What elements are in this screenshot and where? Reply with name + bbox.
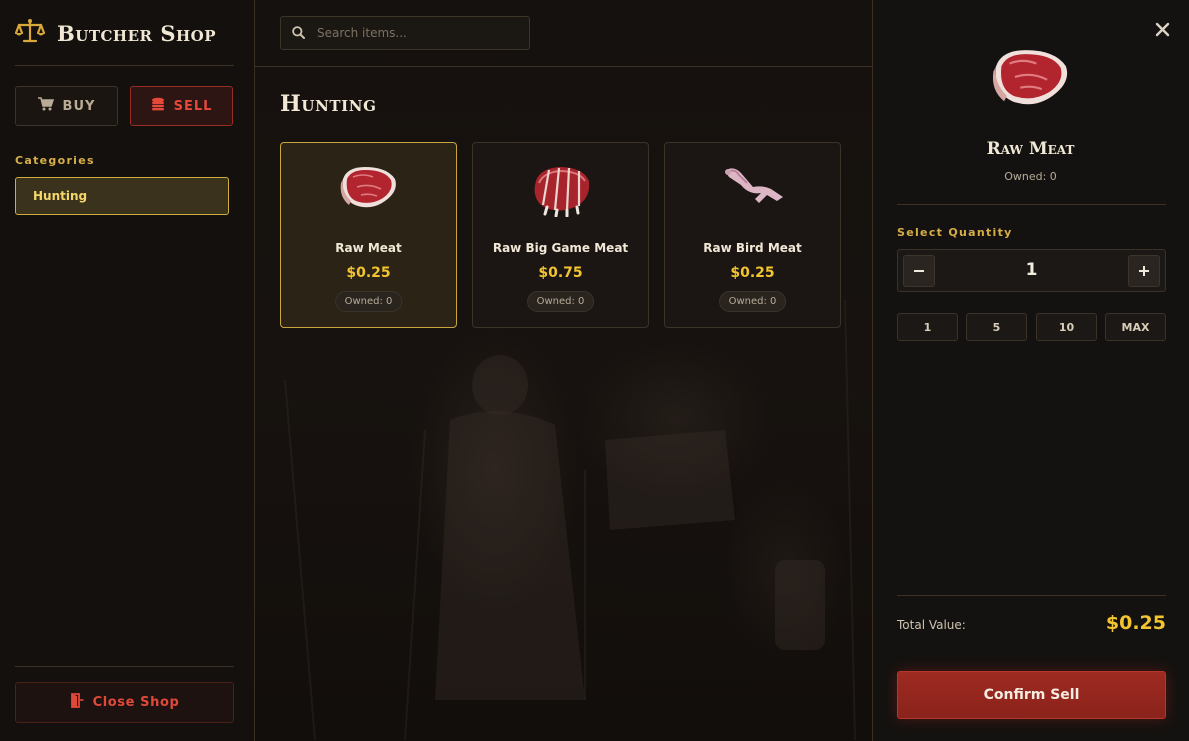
search-icon (292, 24, 305, 43)
detail-item-name: Raw Meat (986, 139, 1075, 159)
total-value-label: Total Value: (897, 618, 966, 632)
panel-divider-top (897, 204, 1166, 205)
item-name: Raw Bird Meat (703, 241, 802, 255)
close-icon (1155, 22, 1170, 41)
sidebar: Butcher Shop BUY SELL Categories Hunting… (0, 0, 255, 741)
sidebar-divider-bottom (15, 666, 234, 667)
owned-badge: Owned: 0 (718, 291, 787, 312)
quantity-value[interactable]: 1 (948, 260, 1115, 280)
center-divider (255, 66, 872, 67)
search-input[interactable] (315, 25, 519, 41)
item-card-raw-bird-meat[interactable]: Raw Bird Meat $0.25 Owned: 0 (664, 142, 841, 328)
buy-tab-button[interactable]: BUY (15, 86, 118, 126)
item-price: $0.75 (538, 265, 583, 281)
detail-steak-icon (988, 40, 1074, 118)
total-value: $0.25 (1105, 612, 1166, 634)
close-panel-button[interactable] (1155, 22, 1170, 41)
preset-quantity-5[interactable]: 5 (966, 313, 1027, 341)
preset-quantity-1[interactable]: 1 (897, 313, 958, 341)
close-shop-button[interactable]: Close Shop (15, 682, 234, 723)
shop-brand: Butcher Shop (14, 18, 216, 48)
confirm-sell-button[interactable]: Confirm Sell (897, 671, 1166, 719)
sell-tab-label: SELL (173, 98, 213, 114)
categories-heading: Categories (15, 154, 95, 167)
shop-title: Butcher Shop (57, 20, 216, 46)
item-price: $0.25 (730, 265, 775, 281)
confirm-sell-label: Confirm Sell (983, 687, 1080, 703)
category-item-hunting[interactable]: Hunting (15, 177, 229, 215)
section-title: Hunting (280, 91, 377, 117)
owned-badge: Owned: 0 (526, 291, 595, 312)
cart-icon (37, 97, 54, 115)
search-bar (280, 16, 530, 50)
panel-divider-bottom (897, 595, 1166, 596)
quantity-heading: Select Quantity (897, 226, 1013, 239)
sidebar-divider-top (15, 65, 234, 66)
coins-icon (151, 97, 165, 115)
item-card-raw-big-game-meat[interactable]: Raw Big Game Meat $0.75 Owned: 0 (472, 142, 649, 328)
preset-quantity-max[interactable]: MAX (1105, 313, 1166, 341)
detail-owned: Owned: 0 (1004, 170, 1057, 183)
scales-icon (14, 18, 46, 48)
item-price: $0.25 (346, 265, 391, 281)
preset-quantity-10[interactable]: 10 (1036, 313, 1097, 341)
minus-icon (913, 262, 925, 281)
decrement-button[interactable] (903, 255, 935, 287)
door-exit-icon (70, 693, 84, 712)
item-name: Raw Meat (335, 241, 402, 255)
buy-tab-label: BUY (62, 98, 96, 114)
plus-icon (1138, 262, 1150, 281)
owned-badge: Owned: 0 (334, 291, 403, 312)
quantity-stepper: 1 (897, 249, 1166, 292)
category-item-label: Hunting (33, 189, 88, 203)
close-shop-label: Close Shop (92, 695, 180, 710)
steak-icon (281, 161, 456, 225)
roast-icon (473, 161, 648, 225)
increment-button[interactable] (1128, 255, 1160, 287)
item-card-raw-meat[interactable]: Raw Meat $0.25 Owned: 0 (280, 142, 457, 328)
sell-tab-button[interactable]: SELL (130, 86, 233, 126)
item-name: Raw Big Game Meat (492, 241, 629, 255)
bird-carcass-icon (665, 161, 840, 225)
